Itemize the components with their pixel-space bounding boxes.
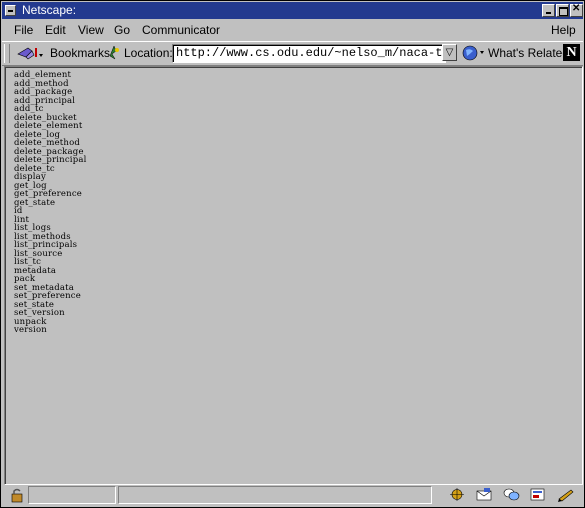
window-title: Netscape: [22, 3, 77, 17]
url-dropdown-icon[interactable]: ▽ [442, 44, 457, 61]
status-bar [2, 485, 583, 506]
title-bar[interactable]: Netscape: [2, 2, 583, 19]
window-menu-icon[interactable] [5, 5, 16, 16]
menu-bar: File Edit View Go Communicator Help [2, 20, 583, 40]
mail-icon[interactable] [475, 487, 493, 502]
url-input[interactable]: http://www.cs.odu.edu/~nelso_m/naca-tn-2… [172, 44, 446, 63]
composer-icon[interactable] [529, 487, 547, 502]
security-lock-icon[interactable] [9, 487, 25, 503]
bookmarks-label[interactable]: Bookmarks [50, 46, 110, 60]
netscape-window: Netscape: File Edit View Go Communicator… [0, 0, 585, 508]
menu-help[interactable]: Help [551, 23, 576, 37]
menu-view[interactable]: View [78, 23, 104, 37]
toolbar-grip[interactable] [4, 44, 10, 63]
menu-edit[interactable]: Edit [45, 23, 66, 37]
menu-communicator[interactable]: Communicator [142, 23, 220, 37]
navigator-icon[interactable] [448, 487, 466, 502]
tasks-icon[interactable] [557, 487, 575, 502]
discussions-icon[interactable] [502, 487, 520, 502]
list-item: version [14, 325, 47, 335]
location-toolbar: Bookmarks Location: http://www.cs.odu.ed… [2, 41, 583, 66]
whats-related-label[interactable]: What's Related [488, 46, 569, 60]
list-item: get_state [14, 197, 56, 208]
progress-bar [28, 486, 116, 504]
url-text: http://www.cs.odu.edu/~nelso_m/naca-tn-2… [176, 46, 445, 60]
page-content: add_element add_method add_package add_prin… [4, 66, 583, 485]
close-icon[interactable] [570, 3, 583, 17]
netscape-logo-icon[interactable]: N [563, 44, 580, 61]
menu-file[interactable]: File [14, 23, 33, 37]
location-label: Location: [124, 46, 173, 60]
status-text [118, 486, 432, 504]
whats-related-icon[interactable] [460, 44, 486, 62]
command-list: add_element add_method add_package add_prin… [14, 71, 87, 335]
minimize-icon[interactable] [542, 4, 555, 17]
maximize-icon[interactable] [556, 4, 569, 17]
bookmarks-icon[interactable] [16, 45, 44, 61]
menu-go[interactable]: Go [114, 23, 130, 37]
location-icon[interactable] [106, 45, 122, 61]
